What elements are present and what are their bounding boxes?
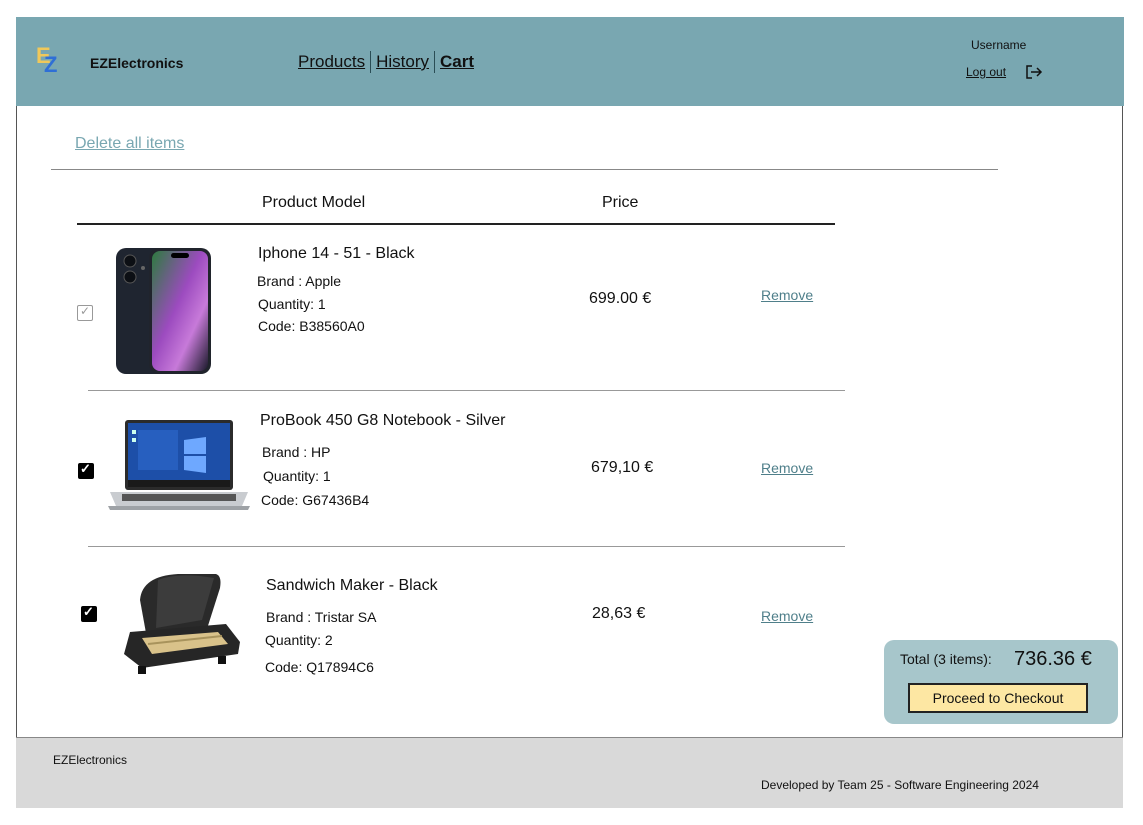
app-logo[interactable]: E Z (36, 43, 62, 77)
product-quantity: Quantity: 1 (258, 296, 326, 312)
item-checkbox[interactable] (77, 304, 93, 321)
item-checkbox[interactable] (78, 461, 94, 479)
row-divider (88, 546, 845, 547)
product-brand: Brand : Tristar SA (266, 609, 377, 625)
footer-brand: EZElectronics (53, 753, 128, 767)
username-label: Username (971, 38, 1027, 52)
logout-link[interactable]: Log out (966, 65, 1006, 79)
product-brand: Brand : Apple (257, 273, 342, 289)
product-brand: Brand : HP (262, 444, 331, 460)
divider (51, 169, 998, 170)
item-checkbox[interactable] (81, 604, 97, 622)
product-quantity: Quantity: 1 (263, 468, 331, 484)
logo-letter-z: Z (44, 52, 58, 77)
nav-history[interactable]: History (371, 52, 434, 72)
laptop-image (108, 420, 250, 510)
product-name: ProBook 450 G8 Notebook - Silver (260, 412, 506, 429)
column-header-price: Price (602, 194, 639, 211)
total-value: 736.36 € (1014, 648, 1092, 670)
row-divider (88, 390, 845, 391)
product-price: 28,63 € (592, 605, 646, 622)
order-summary-panel: Total (3 items): 736.36 € Proceed to Che… (884, 640, 1118, 724)
remove-item-button[interactable]: Remove (761, 287, 813, 303)
product-code: Code: G67436B4 (261, 492, 370, 508)
product-code: Code: Q17894C6 (265, 659, 374, 675)
page-footer: EZElectronics Developed by Team 25 - Sof… (16, 737, 1123, 808)
product-name: Sandwich Maker - Black (266, 577, 438, 594)
nav-products[interactable]: Products (293, 52, 370, 72)
logout-arrow-icon[interactable] (1025, 64, 1043, 80)
remove-item-button[interactable]: Remove (761, 608, 813, 624)
proceed-to-checkout-button[interactable]: Proceed to Checkout (908, 683, 1088, 713)
product-price: 679,10 € (591, 459, 654, 476)
product-price: 699.00 € (589, 290, 652, 307)
product-quantity: Quantity: 2 (265, 632, 333, 648)
product-code: Code: B38560A0 (258, 318, 365, 334)
footer-credit: Developed by Team 25 - Software Engineer… (761, 778, 1039, 792)
product-name: Iphone 14 - 51 - Black (258, 245, 415, 262)
table-header-rule (77, 223, 835, 225)
nav-cart[interactable]: Cart (435, 52, 479, 72)
remove-item-button[interactable]: Remove (761, 460, 813, 476)
main-nav: Products History Cart (293, 51, 479, 73)
sandwich-maker-image (124, 574, 240, 674)
delete-all-items-link[interactable]: Delete all items (75, 135, 184, 153)
brand-name: EZElectronics (90, 55, 184, 71)
column-header-product-model: Product Model (262, 194, 366, 211)
total-label: Total (3 items): (900, 651, 992, 667)
top-header: E Z EZElectronics Products History Cart … (16, 17, 1124, 106)
iphone-image (116, 248, 211, 374)
